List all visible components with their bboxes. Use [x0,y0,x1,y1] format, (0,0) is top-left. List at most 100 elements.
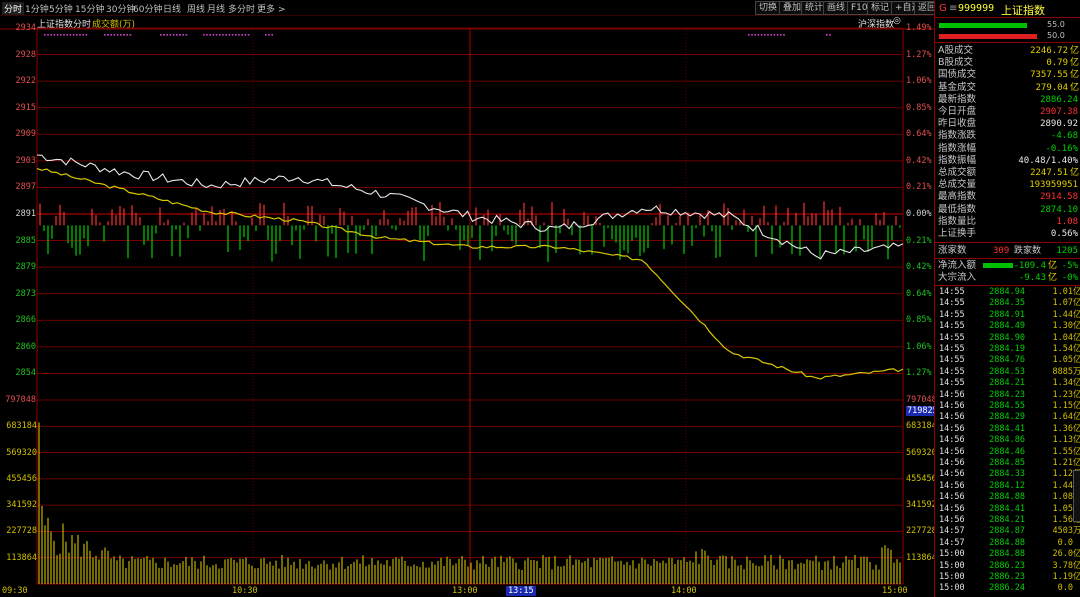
event-markers [44,34,831,36]
price-axis-left-12: 2860 [15,341,36,352]
event-marker [748,34,750,36]
tick-amount: 1.05 [1052,355,1073,366]
event-marker [829,34,831,36]
volume-axis-right-2: 569320 [906,447,937,458]
price-axis-left-11: 2866 [15,315,36,326]
event-marker [209,34,211,36]
stat-row: A股成交 2246.72 亿 [938,45,1080,57]
event-marker [166,34,168,36]
tick-row: 14:55 2884.53 8885 万 [937,367,1080,378]
stat-value: 7357.55 [1030,70,1068,81]
tick-unit: 亿 [1073,298,1080,309]
volume-axis-left-0: 683184 [6,421,37,432]
time-axis-label-5: 15:00 [882,586,908,596]
stat-value: 2246.72 [1030,46,1068,56]
tick-unit: 亿 [1073,332,1080,343]
event-marker [60,34,62,36]
tick-unit: 亿 [1073,572,1080,582]
tick-row: 14:57 2884.88 0.0 [937,538,1077,549]
event-marker [172,34,175,36]
flow-unit: 亿 [1047,273,1057,283]
tick-price: 2884.55 [989,401,1025,411]
tick-price: 2884.86 [989,435,1025,446]
event-marker [110,34,112,36]
tick-scrollbar[interactable] [1073,470,1080,522]
stat-row: 基金成交 279.04 亿 [938,82,1080,94]
stat-label: 上证换手 [938,228,977,239]
tick-price: 2884.21 [989,378,1025,389]
tick-amount: 0.0 [1057,583,1073,594]
volume-axis-right-6: 113864 [906,552,937,563]
tick-unit: 亿 [1073,344,1080,354]
tick-amount: 1.13 [1052,435,1073,446]
stat-unit: 亿 [1069,82,1079,93]
tick-row: 14:562884.211.56亿 [937,515,1080,526]
menu-icon[interactable]: ≡ [949,3,957,14]
tick-time: 14:56 [939,480,965,491]
tick-price: 2886.23 [989,560,1025,571]
event-marker [783,34,785,36]
event-marker [235,34,237,36]
tick-amount: 1.01 [1052,287,1073,297]
tick-amount: 1.05 [1052,503,1073,514]
tick-row: 14:55 2884.49 1.30 亿 [937,321,1080,332]
tick-time: 14:56 [939,389,965,400]
tick-price: 2884.33 [989,469,1025,480]
flow-row: 净流入额 -109.4 亿 -5% [938,260,1080,272]
stat-value: 2890.92 [1040,119,1078,130]
tick-price: 2884.49 [989,321,1025,332]
tick-row: 14:56 2884.29 1.64 亿 [937,412,1080,423]
stat-unit: 亿 [1069,70,1079,81]
event-marker [760,34,763,36]
tick-price: 2884.87 [989,526,1025,537]
event-marker [757,34,760,36]
tick-price: 2884.46 [989,446,1025,457]
tick-amount: 3.78 [1052,560,1073,571]
ratio-bar-top [939,23,1027,28]
tick-time: 14:56 [939,469,965,480]
down-count-value: 1205 [1056,246,1078,256]
tick-time: 14:56 [939,458,965,468]
up-count-value: 309 [993,246,1010,256]
stat-label: 最高指数 [938,191,977,203]
stat-label: 昨日收盘 [938,118,977,130]
event-marker [776,34,779,36]
tick-time: 14:55 [939,378,965,389]
stat-row: 最低指数 2874.10 [938,204,1080,216]
stat-row: 今日开盘 2907.38 [938,106,1080,118]
tick-unit: 亿 [1073,458,1080,468]
tick-amount: 1.07 [1052,298,1073,309]
ratio-bottom-value: 50.0 [1047,31,1065,40]
tick-time: 15:00 [939,549,965,560]
stat-value: 2886.24 [1040,94,1078,105]
advance-decline-row: 涨家数 309 跌家数 1205 [938,245,1080,257]
tick-amount: 1.44 [1052,309,1073,320]
time-axis-label-0: 09:30 [2,586,28,596]
event-marker [770,34,772,36]
ratio-bar-bottom [939,34,1037,39]
tick-time: 14:55 [939,298,965,309]
volume-axis-left-5: 113864 [6,552,37,563]
event-marker [82,34,84,36]
tick-amount: 1.08 [1052,492,1073,503]
stat-row: 昨日收盘 2890.92 [938,118,1080,130]
tick-price: 2884.23 [989,389,1025,400]
event-marker [169,34,172,36]
tick-price: 2884.91 [989,309,1025,320]
event-marker [219,34,221,36]
stock-code: 999999 [958,3,995,14]
price-axis-left-14: 797048 [5,395,36,405]
tick-amount: 1.04 [1052,332,1073,343]
tick-time: 14:55 [939,332,965,343]
tick-amount: 1.54 [1052,344,1073,354]
tick-unit: 亿 [1073,446,1080,457]
stat-row: 上证换手 0.56% [938,228,1080,240]
tick-unit: 亿 [1073,560,1080,571]
tick-row: 15:00 2886.23 1.19 亿 [937,572,1080,583]
tick-row: 14:55 2884.94 1.01 亿 [937,287,1080,298]
tick-unit: 亿 [1073,389,1080,400]
event-marker [179,34,181,36]
event-marker [56,34,59,36]
time-axis-label-2: 13:00 [452,586,478,596]
tick-time: 14:56 [939,401,965,411]
